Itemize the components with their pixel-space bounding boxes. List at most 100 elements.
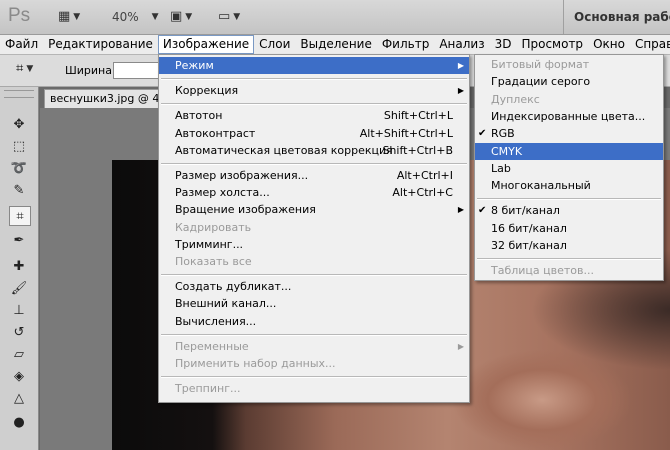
workspace-switcher[interactable]: Основная рабоч [563,0,670,34]
menu-item-label: Автоконтраст [175,126,256,140]
menu-item-shortcut: Shift+Ctrl+B [382,143,453,157]
menu-9[interactable]: Окно [588,35,630,54]
arrange-documents-button[interactable]: ▣ ▼ [170,8,192,26]
menu-1[interactable]: Редактирование [43,35,158,54]
menu-item-градации-серого[interactable]: Градации серого [475,73,663,90]
menu-item-label: Автоматическая цветовая коррекция [175,143,393,157]
menu-item-shortcut: Alt+Shift+Ctrl+L [359,126,453,140]
history-brush-tool-icon[interactable]: ↺ [9,323,29,341]
quick-selection-tool-icon[interactable]: ✎ [9,181,29,199]
menu-item-размер-холста[interactable]: Размер холста... Alt+Ctrl+C [159,184,469,201]
app-bar: Ps ▦▼ 40% ▼ ▣▼ ▭▼ Основная рабоч [0,0,670,35]
menu-item-автоконтраст[interactable]: Автоконтраст Alt+Shift+Ctrl+L [159,125,469,142]
menu-3[interactable]: Слои [254,35,295,54]
menu-2[interactable]: Изображение [157,35,255,54]
menu-item-label: Дуплекс [491,92,540,106]
menu-item-label: Вращение изображения [175,203,316,217]
menu-8[interactable]: Просмотр [516,35,588,54]
menu-item-label: RGB [491,127,515,141]
menu-separator [477,258,661,261]
dodge-tool-icon[interactable]: ● [9,413,29,431]
crop-tool-icon[interactable]: ⌗ [9,206,31,226]
menu-item-многоканальный[interactable]: Многоканальный [475,177,663,194]
chevron-down-icon: ▼ [185,12,193,22]
menu-item-тримминг[interactable]: Тримминг... [159,236,469,253]
menu-item-label: Применить набор данных... [175,357,336,370]
marquee-tool-icon[interactable]: ⬚ [9,137,29,155]
menu-0[interactable]: Файл [0,35,43,54]
healing-brush-tool-icon[interactable]: ✚ [9,257,29,275]
menu-item-8-бит-канал[interactable]: ✔ 8 бит/канал [475,202,663,219]
menu-item-rgb[interactable]: ✔ RGB [475,125,663,142]
menu-item-коррекция[interactable]: Коррекция ▶ [159,82,469,99]
menu-item-таблица-цветов: Таблица цветов... [475,262,663,279]
photoshop-logo: Ps [8,5,31,26]
menu-item-16-бит-канал[interactable]: 16 бит/канал [475,220,663,237]
zoom-level-dropdown[interactable]: 40% ▼ [112,8,159,26]
menu-separator [477,198,661,201]
clone-stamp-tool-icon[interactable]: ⊥ [9,301,29,319]
menu-item-label: 32 бит/канал [491,239,567,252]
menu-item-автотон[interactable]: Автотон Shift+Ctrl+L [159,107,469,124]
menu-item-создать-дубликат[interactable]: Создать дубликат... [159,278,469,295]
chevron-down-icon: ▼ [233,12,241,22]
menu-item-label: Режим [175,59,214,72]
menu-7[interactable]: 3D [490,35,517,54]
mode-submenu: Битовый формат Градации серого Дуплекс Инде… [474,54,664,281]
chevron-down-icon: ▼ [73,12,81,22]
menu-item-label: Треппинг... [175,382,241,396]
menu-item-label: Коррекция [175,84,239,98]
menu-item-переменные: Переменные ▶ [159,338,469,355]
film-icon: ▦ [58,9,71,24]
menu-item-label: Размер холста... [175,186,270,200]
brush-tool-icon[interactable]: 🖌 [9,279,29,297]
menu-item-вычисления[interactable]: Вычисления... [159,313,469,330]
menu-item-размер-изображения[interactable]: Размер изображения... Alt+Ctrl+I [159,167,469,184]
menu-item-индексированные-цвета[interactable]: Индексированные цвета... [475,108,663,125]
width-label: Ширина: [65,64,116,77]
menu-separator [161,78,467,81]
menu-10[interactable]: Справка [630,35,670,54]
screen-mode-button[interactable]: ▭ ▼ [218,8,240,26]
image-menu-dropdown: Режим ▶ Коррекция ▶ Автотон Shift+Ctrl+L Авток… [158,54,470,403]
crop-icon: ⌗ [16,61,24,76]
lasso-tool-icon[interactable]: ➰ [9,159,29,177]
menu-item-label: Автотон [175,109,223,123]
menu-item-применить-набор-данных: Применить набор данных... [159,355,469,372]
menu-item-lab[interactable]: Lab [475,160,663,177]
menu-item-вращение-изображения[interactable]: Вращение изображения ▶ [159,201,469,218]
menu-5[interactable]: Фильтр [377,35,434,54]
menu-item-label: Таблица цветов... [491,264,594,278]
eyedropper-tool-icon[interactable]: ✒ [9,231,29,249]
menu-item-cmyk[interactable]: CMYK [475,142,663,160]
menu-item-автоматическая-цветовая-коррекция[interactable]: Автоматическая цветовая коррекция Shift+C… [159,142,469,159]
menu-item-показать-все: Показать все [159,253,469,270]
paint-bucket-tool-icon[interactable]: ◈ [9,367,29,385]
menu-item-режим[interactable]: Режим ▶ [159,57,469,74]
menu-separator [161,163,467,165]
menu-item-label: Многоканальный [491,179,591,193]
menu-item-label: Размер изображения... [175,169,309,182]
menu-item-label: Кадрировать [175,220,252,234]
menu-separator [161,376,467,379]
tool-preset-picker[interactable]: ⌗ ▼ [16,62,33,76]
menu-item-32-бит-канал[interactable]: 32 бит/канал [475,237,663,254]
menu-item-кадрировать: Кадрировать [159,219,469,236]
menu-4[interactable]: Выделение [295,35,376,54]
menu-6[interactable]: Анализ [434,35,489,54]
zoom-level: 40% [112,10,139,24]
width-field[interactable] [113,62,159,79]
menu-item-label: Показать все [175,255,252,268]
menu-separator [161,333,467,336]
eraser-tool-icon[interactable]: ▱ [9,345,29,363]
panel-grip[interactable] [4,90,34,98]
launch-bridge-button[interactable]: ▦ ▼ [58,8,80,26]
menu-item-дуплекс: Дуплекс [475,91,663,108]
menu-item-label: Вычисления... [175,314,257,328]
blur-tool-icon[interactable]: △ [9,389,29,407]
move-tool-icon[interactable]: ✥ [9,115,29,133]
menu-item-внешний-канал[interactable]: Внешний канал... [159,295,469,312]
submenu-arrow-icon: ▶ [457,61,464,70]
menu-item-треппинг: Треппинг... [159,380,469,397]
menu-item-shortcut: Shift+Ctrl+L [383,109,453,123]
